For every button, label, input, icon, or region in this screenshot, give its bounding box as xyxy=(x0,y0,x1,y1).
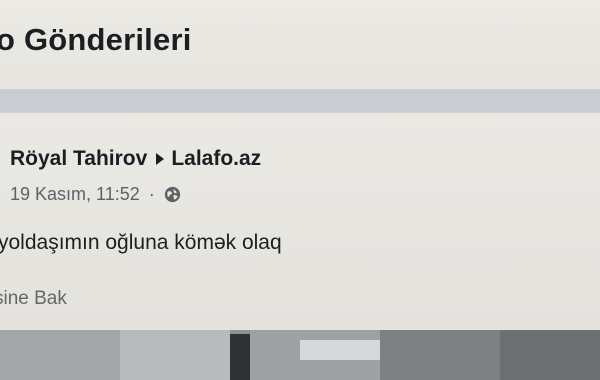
right-arrow-icon xyxy=(156,153,165,165)
photo-region xyxy=(500,330,600,380)
see-translation-link[interactable]: sine Bak xyxy=(0,288,67,310)
post-timestamp[interactable]: 19 Kasım, 11:52 xyxy=(10,184,140,205)
photo-region xyxy=(380,330,500,380)
photo-region xyxy=(230,334,250,380)
target-page-link[interactable]: Lalafo.az xyxy=(171,147,261,171)
section-header: o Gönderileri xyxy=(0,0,600,90)
feed-divider xyxy=(0,90,600,112)
meta-separator: · xyxy=(148,183,155,204)
globe-icon[interactable] xyxy=(164,186,181,203)
post-author-link[interactable]: Röyal Tahirov xyxy=(10,147,147,171)
photo-region xyxy=(120,330,230,380)
photo-region xyxy=(0,330,120,380)
post-photo[interactable] xyxy=(0,330,600,380)
section-title: o Gönderileri xyxy=(0,22,192,57)
post-meta: 19 Kasım, 11:52 · xyxy=(10,183,181,205)
post-header: Röyal Tahirov Lalafo.az xyxy=(10,147,261,171)
post-card: Röyal Tahirov Lalafo.az 19 Kasım, 11:52 ·… xyxy=(0,112,600,330)
post-text: yoldaşımın oğluna kömək olaq xyxy=(0,231,282,254)
page: o Gönderileri Röyal Tahirov Lalafo.az 19 … xyxy=(0,0,600,380)
